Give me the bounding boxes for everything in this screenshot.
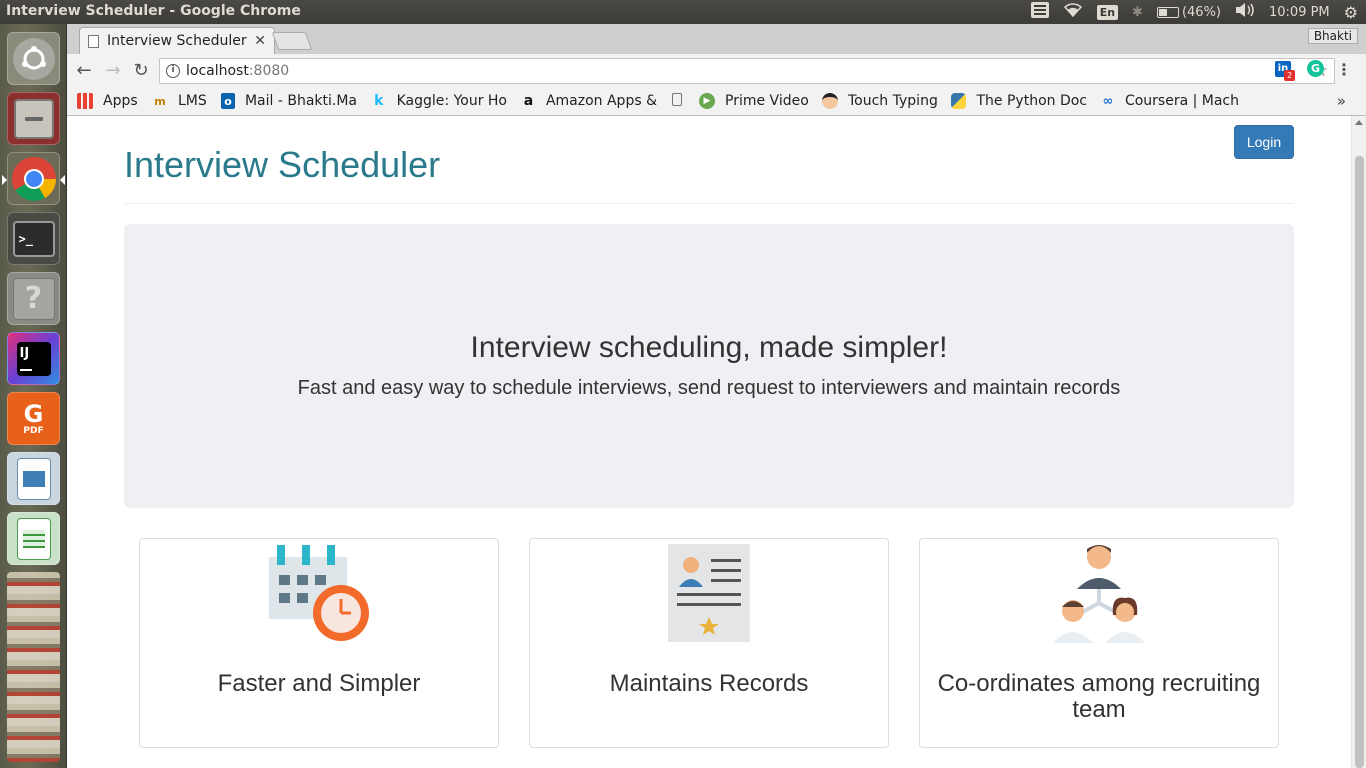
navigation-bar: ← → ↻ i localhost:8080 ☆ in 2 G ⋮ (67, 54, 1366, 88)
wifi-icon[interactable] (1063, 2, 1083, 22)
tab-interview-scheduler[interactable]: Interview Scheduler ✕ (79, 27, 275, 54)
forward-arrow-icon[interactable]: → (102, 60, 124, 81)
outlook-icon: o (221, 93, 235, 109)
bookmarks-bar: Apps m LMS o Mail - Bhakti.Ma k Kaggle: … (67, 88, 1366, 116)
vertical-scrollbar[interactable] (1351, 116, 1366, 768)
apps-grid-icon (77, 93, 93, 109)
libreoffice-draw-icon[interactable] (7, 452, 60, 505)
python-icon (951, 93, 967, 109)
feature-caption: Maintains Records (609, 670, 809, 697)
bookmark-page[interactable] (672, 93, 692, 106)
help-icon[interactable]: ? (7, 272, 60, 325)
clock[interactable]: 10:09 PM (1269, 5, 1330, 20)
browser-chrome: Interview Scheduler ✕ Bhakti ← → ↻ i loc… (67, 24, 1366, 116)
bookmark-touch-typing[interactable]: Touch Typing (822, 93, 944, 109)
bookmark-apps[interactable]: Apps (77, 93, 152, 109)
feature-caption: Co-ordinates among recruiting team (937, 670, 1261, 723)
battery-percentage: (46%) (1181, 4, 1221, 20)
close-tab-icon[interactable]: ✕ (254, 33, 266, 49)
touch-typing-icon (822, 93, 838, 109)
feature-card-records: Maintains Records (529, 538, 889, 748)
page-viewport: Login Interview Scheduler Interview sche… (67, 116, 1366, 768)
scroll-up-arrow-icon[interactable] (1355, 120, 1363, 125)
tab-strip: Interview Scheduler ✕ Bhakti (67, 24, 1366, 54)
bookmark-kaggle[interactable]: k Kaggle: Your Ho (371, 93, 507, 109)
coursera-icon: ∞ (1102, 93, 1114, 109)
header-divider (124, 203, 1294, 204)
app-launcher: >_ ? IJ G PDF (0, 24, 67, 768)
linkedin-extension-icon[interactable]: in 2 (1275, 60, 1295, 81)
team-hierarchy-icon (1049, 543, 1149, 649)
files-icon[interactable] (7, 92, 60, 145)
more-bookmarks-button[interactable]: » (1337, 92, 1346, 110)
kaggle-icon: k (374, 93, 384, 109)
resume-document-icon (667, 543, 751, 647)
settings-gear-icon[interactable]: ⚙ (1344, 3, 1358, 22)
os-top-panel: Interview Scheduler - Google Chrome En ✱… (0, 0, 1366, 24)
battery-indicator[interactable]: (46%) (1156, 4, 1221, 20)
libreoffice-calc-icon[interactable] (7, 512, 60, 565)
amazon-icon: a (523, 93, 534, 109)
window-title: Interview Scheduler - Google Chrome (6, 3, 301, 19)
url-host: localhost (186, 63, 249, 79)
hero-heading: Interview scheduling, made simpler! (470, 331, 948, 364)
prime-video-icon: ▶ (699, 93, 715, 109)
bookmark-lms[interactable]: m LMS (152, 93, 212, 109)
feature-caption: Faster and Simpler (217, 670, 421, 697)
foxit-pdf-icon[interactable]: G PDF (7, 392, 60, 445)
bookmark-prime-video[interactable]: ▶ Prime Video (699, 93, 815, 109)
keyboard-layout-indicator[interactable]: En (1096, 4, 1119, 20)
hero-subtext: Fast and easy way to schedule interviews… (297, 377, 1121, 399)
feature-card-team: Co-ordinates among recruiting team (919, 538, 1279, 748)
url-port: :8080 (248, 63, 290, 79)
volume-icon[interactable] (1235, 3, 1255, 21)
new-tab-button[interactable] (271, 32, 313, 50)
info-icon[interactable]: i (166, 64, 180, 78)
system-tray: En ✱ (46%) 10:09 PM ⚙ (1030, 2, 1358, 22)
login-button[interactable]: Login (1234, 125, 1294, 159)
terminal-icon[interactable]: >_ (7, 212, 60, 265)
bookmark-amazon[interactable]: a Amazon Apps & (521, 93, 657, 109)
intellij-icon[interactable]: IJ (7, 332, 60, 385)
chrome-icon[interactable] (2, 152, 65, 205)
notification-badge: 2 (1284, 70, 1295, 81)
page-icon (88, 34, 99, 48)
lms-icon: m (154, 94, 166, 108)
calendar-clock-icon (267, 543, 371, 647)
scrollbar-thumb[interactable] (1355, 156, 1364, 768)
bookmark-coursera[interactable]: ∞ Coursera | Mach (1101, 93, 1239, 109)
tab-title: Interview Scheduler (107, 33, 247, 49)
back-arrow-icon[interactable]: ← (73, 60, 95, 81)
bluetooth-icon[interactable]: ✱ (1132, 5, 1143, 20)
menu-list-icon[interactable] (1030, 2, 1049, 22)
launcher-stacked-icons[interactable] (7, 572, 60, 762)
page-icon (672, 93, 682, 106)
reload-icon[interactable]: ↻ (130, 60, 152, 81)
bookmark-mail[interactable]: o Mail - Bhakti.Ma (221, 93, 357, 109)
ubuntu-dash-icon[interactable] (7, 32, 60, 85)
page-title: Interview Scheduler (124, 144, 441, 185)
feature-card-faster: Faster and Simpler (139, 538, 499, 748)
grammarly-extension-icon[interactable]: G (1307, 60, 1327, 80)
battery-icon (1156, 6, 1179, 18)
profile-button[interactable]: Bhakti (1307, 28, 1358, 44)
browser-menu-icon[interactable]: ⋮ (1336, 60, 1352, 79)
address-bar[interactable]: i localhost:8080 ☆ (159, 58, 1335, 84)
hero-jumbotron: Interview scheduling, made simpler! Fast… (124, 224, 1294, 508)
bookmark-python-docs[interactable]: The Python Doc (951, 93, 1087, 109)
